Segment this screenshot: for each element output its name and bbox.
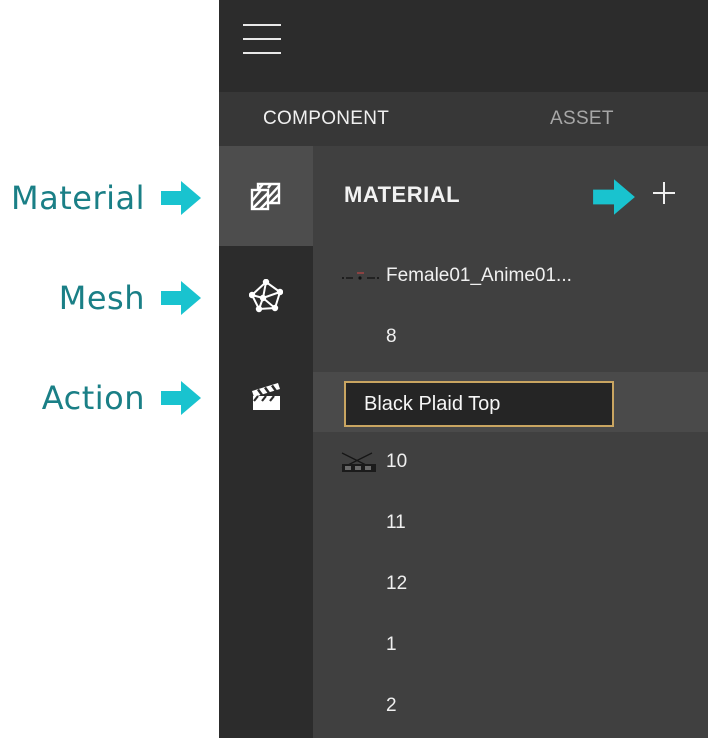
list-item[interactable]: 8: [313, 307, 708, 367]
app-panel: COMPONENT ASSET MATERIAL Female01_Anime0…: [219, 0, 708, 738]
arrow-right-icon: [161, 181, 201, 215]
tab-asset[interactable]: ASSET: [550, 92, 614, 146]
hamburger-menu-icon[interactable]: [243, 24, 281, 56]
top-bar: [219, 0, 708, 92]
list-item[interactable]: 1: [313, 615, 708, 675]
tab-bar: COMPONENT ASSET: [219, 92, 708, 146]
annotation-action: Action: [0, 368, 219, 428]
list-item-label: 12: [386, 573, 408, 594]
tab-component[interactable]: COMPONENT: [263, 92, 389, 146]
rename-input[interactable]: [344, 381, 614, 427]
outfit-thumbnail-icon: [341, 452, 376, 472]
section-title: MATERIAL: [344, 182, 461, 207]
list-item-selected[interactable]: [313, 372, 708, 432]
annotation-label-material: Material: [11, 179, 145, 217]
material-icon: [250, 182, 281, 211]
arrow-right-icon: [161, 281, 201, 315]
arrow-right-icon: [161, 381, 201, 415]
list-item-label: 8: [386, 326, 397, 347]
action-clapperboard-icon: [252, 383, 280, 410]
component-rail: [219, 146, 313, 738]
annotation-mesh: Mesh: [0, 268, 219, 328]
character-thumbnail-icon: [342, 272, 379, 280]
list-item[interactable]: 2: [313, 676, 708, 736]
list-item-label: 11: [386, 512, 406, 533]
rail-material-button[interactable]: [219, 146, 313, 246]
arrow-right-icon: [593, 179, 635, 215]
list-item-label: 1: [386, 634, 397, 655]
list-item-label: 2: [386, 695, 397, 716]
annotation-label-mesh: Mesh: [58, 279, 145, 317]
material-panel: MATERIAL Female01_Anime01... 8 Black Pla…: [313, 146, 708, 738]
list-item[interactable]: 10: [313, 432, 708, 492]
list-item[interactable]: 11: [313, 493, 708, 553]
list-item-label: 10: [386, 451, 408, 472]
mesh-icon: [249, 279, 283, 313]
annotation-material: Material: [0, 168, 219, 228]
list-item[interactable]: Female01_Anime01...: [313, 246, 708, 306]
annotation-label-action: Action: [41, 379, 145, 417]
list-item[interactable]: 12: [313, 554, 708, 614]
add-material-plus-icon[interactable]: [647, 176, 681, 210]
rail-mesh-button[interactable]: [219, 246, 313, 346]
rail-action-button[interactable]: [219, 346, 313, 446]
list-item-label: Female01_Anime01...: [386, 265, 572, 286]
